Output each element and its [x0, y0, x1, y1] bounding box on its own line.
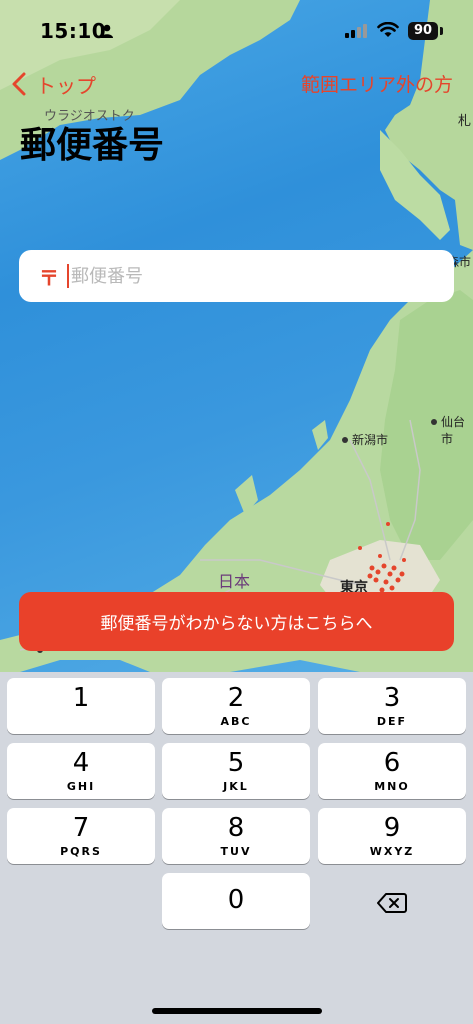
key-2[interactable]: 2 ABC: [162, 678, 310, 734]
status-bar: 15:10 90: [0, 0, 473, 62]
delete-key[interactable]: [318, 875, 466, 931]
postal-code-input[interactable]: [71, 265, 431, 287]
unknown-postal-code-button[interactable]: 郵便番号がわからない方はこちらへ: [19, 592, 454, 651]
key-digit: 7: [72, 813, 90, 843]
key-letters: TUV: [220, 845, 252, 858]
battery-icon: 90: [408, 22, 438, 40]
key-digit: 8: [227, 813, 245, 843]
map-label-sendai: 仙台市: [441, 415, 466, 446]
key-digit: 4: [72, 748, 90, 778]
key-letters: ABC: [220, 715, 252, 728]
key-digit: 5: [227, 748, 245, 778]
home-indicator[interactable]: [152, 1008, 322, 1014]
signal-icon: [345, 24, 367, 38]
key-letters: JKL: [223, 780, 249, 793]
out-of-area-link[interactable]: 範囲エリア外の方: [301, 70, 453, 97]
key-digit: 0: [227, 885, 245, 915]
key-9[interactable]: 9 WXYZ: [318, 808, 466, 864]
key-letters: MNO: [374, 780, 410, 793]
wifi-icon: [377, 22, 399, 37]
key-8[interactable]: 8 TUV: [162, 808, 310, 864]
key-digit: 2: [227, 683, 245, 713]
key-letters: PQRS: [60, 845, 102, 858]
key-4[interactable]: 4 GHI: [7, 743, 155, 799]
key-letters: DEF: [376, 715, 408, 728]
key-digit: 9: [383, 813, 401, 843]
status-time: 15:10: [40, 19, 107, 43]
back-button[interactable]: トップ: [12, 68, 96, 100]
text-caret: [67, 264, 69, 288]
key-letters: WXYZ: [369, 845, 415, 858]
key-6[interactable]: 6 MNO: [318, 743, 466, 799]
map-background: ウラジオストク 札 森市 仙台市 新潟市 日本 東京: [0, 0, 473, 672]
chevron-left-icon: [12, 72, 26, 96]
key-1[interactable]: 1: [7, 678, 155, 734]
key-7[interactable]: 7 PQRS: [7, 808, 155, 864]
key-digit: 3: [383, 683, 401, 713]
page-title: 郵便番号: [20, 125, 165, 166]
map-label-niigata: 新潟市: [352, 433, 389, 447]
map-label-sapporo: 札: [458, 114, 472, 129]
key-5[interactable]: 5 JKL: [162, 743, 310, 799]
postal-mark-icon: 〒: [39, 265, 59, 290]
key-letters: GHI: [66, 780, 96, 793]
person-icon: [101, 24, 113, 38]
map-label-japan: 日本: [218, 572, 251, 591]
back-label: トップ: [36, 73, 96, 98]
postal-code-field[interactable]: 〒: [19, 250, 454, 302]
key-digit: 6: [383, 748, 401, 778]
battery-cap: [440, 27, 443, 35]
key-3[interactable]: 3 DEF: [318, 678, 466, 734]
key-digit: 1: [72, 683, 90, 713]
key-0[interactable]: 0: [162, 873, 310, 929]
delete-backspace-icon: [377, 893, 407, 913]
